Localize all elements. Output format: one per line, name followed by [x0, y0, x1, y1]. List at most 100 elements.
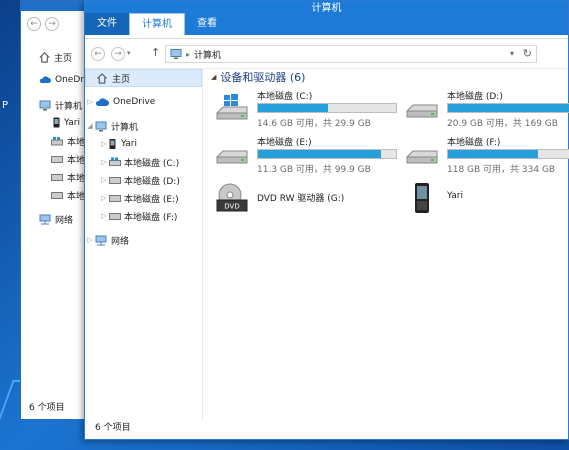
drive-icon	[406, 150, 438, 164]
status-bar-count: 6 个项目	[95, 423, 131, 433]
tab-computer[interactable]: 计算机	[129, 13, 185, 35]
forward-button[interactable]: →	[111, 47, 125, 61]
bg-nav-label: 本地	[67, 192, 86, 202]
nav-item-computer[interactable]: ◢ 计算机	[85, 117, 202, 135]
bg-nav-item-drive-d[interactable]: 本地	[51, 153, 85, 166]
address-dropdown-icon[interactable]: ▾	[510, 49, 514, 58]
window-title: 计算机	[311, 3, 342, 14]
drive-d-tile[interactable]: 本地磁盘 (D:) 20.9 GB 可用，共 169 GB	[405, 89, 569, 129]
nav-item-drive-f[interactable]: ▷ 本地磁盘 (F:)	[85, 207, 202, 225]
bg-nav-item-drive-f[interactable]: 本地	[51, 189, 85, 202]
collapse-arrow-icon[interactable]: ◢	[85, 122, 95, 130]
drive-name: 本地磁盘 (E:)	[257, 138, 312, 148]
bg-nav-item-home[interactable]: 主页	[39, 51, 72, 64]
bg-nav-label: Yari	[64, 117, 80, 128]
windows-drive-icon	[51, 137, 63, 146]
expand-arrow-icon[interactable]: ▷	[99, 194, 109, 202]
bg-nav-item-network[interactable]: 网络	[39, 213, 73, 226]
nav-item-drive-e[interactable]: ▷ 本地磁盘 (E:)	[85, 189, 202, 207]
drive-icon	[109, 194, 121, 202]
background-window-nav-pane: 主页 OneDr 计算机 Yari 本地 本地 本地 本地 网络	[21, 41, 91, 401]
desktop-edge-label: P	[2, 100, 9, 111]
bg-nav-label: 本地	[67, 174, 86, 184]
computer-icon	[170, 49, 182, 59]
nav-item-label: 本地磁盘 (C:)	[124, 158, 180, 169]
drive-space-info: 20.9 GB 可用，共 169 GB	[447, 119, 558, 129]
phone-icon	[53, 117, 60, 128]
bg-nav-item-computer[interactable]: 计算机	[39, 99, 82, 112]
drive-usage-bar	[257, 149, 397, 159]
up-arrow-icon: ↑	[151, 46, 161, 59]
back-button[interactable]: ←	[91, 47, 105, 61]
dvd-drive-icon: DVD	[216, 183, 248, 212]
back-arrow-icon[interactable]: ←	[27, 17, 41, 31]
expand-arrow-icon[interactable]: ▷	[85, 98, 95, 106]
nav-item-label: 本地磁盘 (D:)	[124, 176, 180, 187]
drive-name: 本地磁盘 (C:)	[257, 92, 313, 102]
drive-icon	[51, 192, 63, 199]
nav-item-label: 本地磁盘 (E:)	[124, 194, 179, 205]
nav-item-yari[interactable]: ▷ Yari	[85, 135, 202, 153]
bg-nav-label: OneDr	[55, 75, 84, 85]
bg-nav-item-yari[interactable]: Yari	[53, 117, 80, 128]
bg-nav-label: 本地	[67, 138, 86, 148]
bg-nav-item-drive-c[interactable]: 本地	[51, 135, 85, 148]
group-header[interactable]: ◢ 设备和驱动器 (6)	[211, 69, 305, 85]
drive-space-info: 118 GB 可用，共 334 GB	[447, 165, 556, 175]
computer-icon	[39, 100, 51, 111]
back-arrow-icon: ←	[94, 49, 102, 59]
expand-arrow-icon[interactable]: ▷	[99, 212, 109, 220]
drive-usage-fill	[448, 150, 538, 158]
group-title: 设备和驱动器 (6)	[220, 71, 306, 84]
bg-nav-item-drive-e[interactable]: 本地	[51, 171, 85, 184]
phone-icon	[109, 139, 116, 149]
tab-view[interactable]: 查看	[185, 13, 229, 35]
expand-arrow-icon[interactable]: ▷	[99, 140, 109, 148]
nav-item-home[interactable]: 主页	[85, 69, 202, 87]
drive-e-tile[interactable]: 本地磁盘 (E:) 11.3 GB 可用，共 99.9 GB	[215, 135, 410, 175]
up-button[interactable]: ↑	[151, 46, 160, 59]
drive-icon	[109, 176, 121, 184]
breadcrumb-separator-icon[interactable]: ▸	[186, 50, 190, 59]
bg-nav-label: 网络	[55, 216, 74, 226]
address-bar[interactable]: ▸ 计算机 ▾ ↻	[165, 45, 537, 63]
nav-item-label: 主页	[112, 74, 131, 85]
recent-locations-button[interactable]: ▾	[127, 49, 131, 57]
dvd-drive-tile[interactable]: DVD DVD RW 驱动器 (G:)	[215, 179, 410, 219]
refresh-icon[interactable]: ↻	[523, 47, 532, 60]
title-bar[interactable]: 计算机	[85, 1, 568, 14]
nav-item-drive-c[interactable]: ▷ 本地磁盘 (C:)	[85, 153, 202, 171]
navigation-pane: 主页 ▷ OneDrive ◢ 计算机 ▷ Yari ▷ 本地磁盘 (C:) ▷…	[85, 69, 203, 421]
nav-item-label: 网络	[111, 236, 130, 247]
phone-device-tile[interactable]: Yari	[405, 179, 569, 219]
tab-file[interactable]: 文件	[85, 13, 129, 35]
nav-item-label: OneDrive	[113, 97, 156, 107]
bg-nav-label: 计算机	[55, 102, 83, 112]
home-icon	[39, 52, 50, 63]
windows-drive-icon	[216, 94, 248, 120]
drive-name: 本地磁盘 (D:)	[447, 92, 503, 102]
nav-item-drive-d[interactable]: ▷ 本地磁盘 (D:)	[85, 171, 202, 189]
breadcrumb-computer[interactable]: 计算机	[194, 48, 221, 61]
expand-arrow-icon[interactable]: ▷	[99, 176, 109, 184]
phone-icon	[415, 183, 429, 213]
nav-item-label: 计算机	[111, 122, 139, 133]
nav-item-network[interactable]: ▷ 网络	[85, 231, 202, 249]
drive-usage-fill	[258, 150, 381, 158]
drive-c-tile[interactable]: 本地磁盘 (C:) 14.6 GB 可用，共 29.9 GB	[215, 89, 410, 129]
drive-usage-fill	[448, 104, 569, 112]
expand-arrow-icon[interactable]: ▷	[99, 158, 109, 166]
svg-text:DVD: DVD	[224, 203, 239, 211]
expand-arrow-icon[interactable]: ▷	[85, 236, 95, 244]
drive-f-tile[interactable]: 本地磁盘 (F:) 118 GB 可用，共 334 GB	[405, 135, 569, 175]
bg-nav-item-onedrive[interactable]: OneDr	[39, 75, 84, 85]
network-icon	[95, 235, 107, 245]
nav-item-label: 本地磁盘 (F:)	[124, 212, 178, 223]
nav-item-onedrive[interactable]: ▷ OneDrive	[85, 93, 202, 111]
drive-icon	[406, 104, 438, 118]
drive-icon	[51, 174, 63, 181]
explorer-window[interactable]: 计算机 文件 计算机 查看 ← → ▾ ↑ ▸ 计算机 ▾ ↻ 主页 ▷ One…	[84, 0, 569, 440]
group-collapse-icon[interactable]: ◢	[211, 73, 216, 81]
nav-item-label: Yari	[121, 139, 137, 149]
forward-arrow-icon[interactable]: →	[45, 17, 59, 31]
